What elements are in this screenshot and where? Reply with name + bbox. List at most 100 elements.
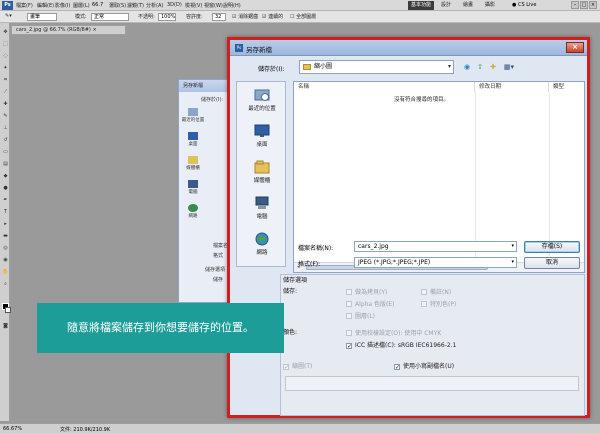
lowercase-extension-checkbox[interactable]: ✓ 使用小寫副檔名(U) [394,361,454,371]
format-select[interactable]: JPEG (*.JPG;*.JPEG;*.JPE) ▾ [354,257,517,268]
type-tool-icon[interactable]: T [2,209,9,215]
maximize-icon[interactable]: □ [580,1,588,9]
3d-orbit-icon[interactable]: ◉ [2,257,9,263]
crop-tool-icon[interactable]: ⌗ [2,77,9,83]
save-options-label: 儲存選項 [283,277,308,284]
warning-info-bar [285,376,579,391]
window-controls: – □ × [570,1,597,9]
alpha-channels-checkbox[interactable]: Alpha 色版(E) [346,299,394,308]
network-icon [188,204,198,212]
brush-tool-icon[interactable]: ✎ [2,113,9,119]
folder-icon [303,64,311,70]
menu-file[interactable]: 檔案(F) [16,2,33,9]
stamp-tool-icon[interactable]: ⊥ [2,125,9,131]
background-color-swatch[interactable] [5,307,11,313]
menu-filter[interactable]: 濾鏡(T) [127,2,144,9]
dialog-close-button[interactable]: × [566,42,584,53]
new-folder-icon[interactable]: ✚ [488,62,498,72]
place-computer[interactable]: 電腦 [237,196,287,220]
place-recent[interactable]: 最近的位置 [237,88,287,112]
blur-tool-icon[interactable]: ◆ [2,173,9,179]
cancel-button[interactable]: 取消 [524,257,580,269]
place-network[interactable]: 網路 [237,232,287,256]
menu-analysis[interactable]: 分析(A) [146,2,163,9]
zoom-tool-icon[interactable]: ⌕ [2,281,9,287]
brush-preset-select[interactable]: 畫筆 [27,13,57,21]
history-brush-icon[interactable]: ↺ [2,137,9,143]
minimize-icon[interactable]: – [571,1,579,9]
up-folder-icon[interactable]: ⇧ [475,62,485,72]
document-tab[interactable]: cars_2.jpg @ 66.7% (RGB/8#) × [11,25,126,35]
computer-icon [188,180,198,188]
status-zoom[interactable]: 66.67% [3,426,22,432]
layers-label: 圖層(L) [355,313,376,320]
save-in-select[interactable]: 縮小圖 ▾ [299,60,454,74]
column-type[interactable]: 類型 [549,82,584,92]
eraser-tool-icon[interactable]: ▭ [2,149,9,155]
spot-colors-checkbox[interactable]: 特別色(P) [421,299,456,308]
thumbnail-checkbox[interactable]: ✓ 縮圖(T) [283,361,312,371]
dodge-tool-icon[interactable]: ● [2,185,9,191]
gradient-tool-icon[interactable]: ▤ [2,161,9,167]
menu-select[interactable]: 選取(S) [109,2,126,9]
mode-select[interactable]: 正常 [91,13,129,21]
tolerance-input[interactable]: 32 [212,13,226,21]
spot-colors-label: 特別色(P) [430,301,457,308]
menu-layer[interactable]: 圖層(L) [73,2,90,9]
lasso-tool-icon[interactable]: ◌ [2,53,9,59]
sample-all-checkbox[interactable]: ☐ 全部圖層 [290,13,316,20]
hand-tool-icon[interactable]: ✋ [2,269,9,275]
close-icon[interactable]: × [589,1,597,9]
filename-input[interactable]: cars_2.jpg ▾ [354,241,517,252]
place-desktop[interactable]: 桌面 [237,124,287,148]
status-doc-size: 文件: 210.9K/210.9K [60,427,111,433]
network-icon [254,232,270,246]
move-tool-icon[interactable]: ✥ [2,29,9,35]
3d-rotate-icon[interactable]: ◎ [2,245,9,251]
save-in-value: 縮小圖 [314,63,333,70]
eyedropper-tool-icon[interactable]: ⟋ [2,89,9,95]
bg-nav-network-label: 網路 [188,214,198,219]
path-select-icon[interactable]: ▸ [2,221,9,227]
shape-tool-icon[interactable]: ▬ [2,233,9,239]
view-menu-icon[interactable]: ▦▾ [502,62,516,72]
bg-save-in-label: 儲存於(I): [201,97,224,103]
dialog-titlebar[interactable]: Ps 另存新檔 × [230,40,587,56]
save-button[interactable]: 存檔(S) [524,241,580,253]
menu-3d[interactable]: 3D(D) [167,2,182,8]
layers-checkbox[interactable]: 圖層(L) [346,311,375,320]
bg-nav-desktop-label: 桌面 [188,142,198,147]
icc-profile-checkbox[interactable]: ✓ ICC 描述檔(C): sRGB IEC61966-2.1 [346,340,456,350]
menu-help[interactable]: 說明(H) [223,2,241,9]
menu-bar: Ps 檔案(F) 編輯(E) 影像(I) 圖層(L) 66.7 選取(S) 濾鏡… [0,0,600,11]
workspace-painting[interactable]: 繪畫 [460,1,476,10]
contiguous-checkbox[interactable]: ☑ 連續的 [262,13,283,20]
marquee-tool-icon[interactable]: ⬚ [2,41,9,47]
workspace-photography[interactable]: 攝影 [482,1,498,10]
pen-tool-icon[interactable]: ✒ [2,197,9,203]
column-date-modified[interactable]: 修改日期 [475,82,549,92]
workspace-design[interactable]: 設計 [438,1,454,10]
healing-tool-icon[interactable]: ✚ [2,101,9,107]
back-icon[interactable]: ◉ [462,62,472,72]
mode-label: 模式: [75,14,87,20]
as-copy-checkbox[interactable]: 做為拷貝(Y) [346,287,387,296]
checkbox-box [346,301,352,307]
workspace-essentials[interactable]: 基本功能 [408,1,435,10]
column-name[interactable]: 名稱 [294,82,475,92]
antialias-checkbox[interactable]: ☑ 消除鋸齒 [232,13,258,20]
place-libraries[interactable]: 媒體櫃 [237,160,287,184]
cs-live-button[interactable]: ● CS Live [512,1,536,10]
quick-mask-icon[interactable]: ◙ [2,323,9,329]
proof-setup-checkbox[interactable]: 使用校樣設定(O): 使用中 CMYK [346,328,441,337]
menu-image[interactable]: 影像(I) [55,2,70,9]
quick-select-tool-icon[interactable]: ✦ [2,65,9,71]
menu-edit[interactable]: 編輯(E) [37,2,54,9]
opacity-input[interactable]: 100% [158,13,176,21]
menu-window[interactable]: 視窗(W) [204,2,223,9]
notes-checkbox[interactable]: 備註(N) [421,287,451,296]
brush-tool-icon[interactable]: ✎▾ [5,13,12,19]
proof-setup-label: 使用校樣設定(O): 使用中 CMYK [355,330,442,337]
menu-view[interactable]: 檢視(V) [185,2,202,9]
zoom-level[interactable]: 66.7 [92,2,103,8]
